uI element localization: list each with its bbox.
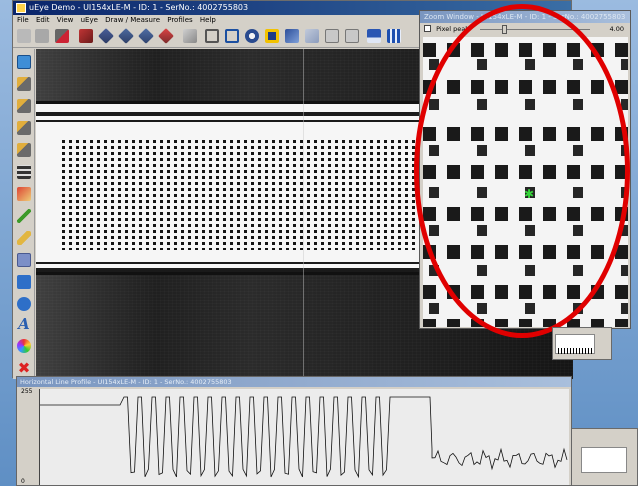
left-toolbar: A ✖	[13, 49, 35, 379]
image-icon[interactable]	[345, 29, 359, 43]
ellipse-icon[interactable]	[17, 297, 31, 311]
zoom-image[interactable]: ✱	[423, 37, 628, 327]
profile-window-title: Horizontal Line Profile - UI154xLE-M - I…	[20, 378, 232, 386]
zoom-dot-row	[423, 43, 628, 57]
ruler-icon[interactable]	[17, 121, 31, 135]
zoom-dot-row	[423, 145, 628, 156]
zoom-dot-row	[423, 225, 628, 236]
menu-draw-measure[interactable]: Draw / Measure	[105, 16, 160, 24]
ruler-icon[interactable]	[17, 77, 31, 91]
y-min-label: 0	[21, 478, 25, 485]
sensor-icon[interactable]	[79, 29, 93, 43]
zoom-dot-row	[423, 80, 628, 94]
text-icon[interactable]: A	[17, 317, 31, 332]
stop-icon[interactable]	[265, 29, 279, 43]
desktop: uEye Demo - UI154xLE-M - ID: 1 - SerNo.:…	[0, 0, 638, 486]
marker-icon[interactable]	[17, 231, 31, 245]
profile-plot-svg	[40, 396, 568, 479]
profile-line	[303, 49, 304, 379]
menu-profiles[interactable]: Profiles	[167, 16, 192, 24]
background-window-signal	[558, 348, 594, 354]
image-icon[interactable]	[285, 29, 299, 43]
zoom-dot-row	[423, 265, 628, 276]
zoom-slider-track[interactable]	[480, 29, 590, 30]
zoom-window: Zoom Window - UI154xLE-M - ID: 1 - SerNo…	[419, 10, 631, 329]
crosshair-icon: ✱	[524, 187, 535, 201]
main-toolbar	[13, 26, 423, 48]
ruler-icon[interactable]	[17, 99, 31, 113]
zoom-dot-row	[423, 59, 628, 70]
zoom-title-bar[interactable]: Zoom Window - UI154xLE-M - ID: 1 - SerNo…	[420, 11, 630, 23]
color-icon[interactable]	[17, 187, 31, 201]
sensor-icon[interactable]	[138, 28, 154, 44]
background-window-preview	[555, 334, 595, 354]
zoom-dot-row	[423, 245, 628, 259]
main-window-title: uEye Demo - UI154xLE-M - ID: 1 - SerNo.:…	[29, 3, 249, 12]
grid-icon[interactable]	[17, 165, 31, 179]
profile-signal-line	[40, 396, 568, 479]
image-icon[interactable]	[305, 29, 319, 43]
menu-help[interactable]: Help	[200, 16, 216, 24]
zoom-dot-row	[423, 165, 628, 179]
select-icon[interactable]	[225, 29, 239, 43]
line-profile-window: Horizontal Line Profile - UI154xLE-M - I…	[16, 376, 572, 486]
record-icon[interactable]	[245, 29, 259, 43]
ruler-icon[interactable]	[17, 143, 31, 157]
color-mode-icon[interactable]	[55, 29, 69, 43]
sensor-icon[interactable]	[98, 28, 114, 44]
zoom-dot-row	[423, 127, 628, 141]
zoom-dot-row	[423, 303, 628, 314]
zoom-dot-row	[423, 319, 628, 327]
sensor-icon[interactable]	[118, 28, 134, 44]
save-icon[interactable]	[35, 29, 49, 43]
save-disk-icon[interactable]	[367, 29, 381, 43]
rectangle-icon[interactable]	[205, 29, 219, 43]
delete-icon[interactable]: ✖	[17, 361, 31, 376]
profile-title-bar[interactable]: Horizontal Line Profile - UI154xLE-M - I…	[17, 377, 571, 387]
zoom-dot-row	[423, 99, 628, 110]
rectangle-icon[interactable]	[17, 275, 31, 289]
menu-edit[interactable]: Edit	[36, 16, 50, 24]
zoom-window-title: Zoom Window - UI154xLE-M - ID: 1 - SerNo…	[424, 13, 626, 21]
y-max-label: 255	[21, 388, 33, 395]
image-icon[interactable]	[325, 29, 339, 43]
background-window[interactable]	[566, 428, 638, 486]
zoom-controls: Pixel peak 4.00	[420, 23, 630, 35]
zoom-dot-row	[423, 207, 628, 221]
pixel-peak-checkbox[interactable]	[424, 25, 431, 32]
fill-icon[interactable]	[17, 253, 31, 267]
zoom-dot-row	[423, 285, 628, 299]
measure-icon[interactable]	[183, 29, 197, 43]
menu-ueye[interactable]: uEye	[81, 16, 98, 24]
profile-plot	[39, 389, 569, 485]
fit-icon[interactable]	[17, 55, 31, 69]
zoom-value: 4.00	[609, 25, 624, 33]
palette-icon[interactable]	[17, 339, 31, 353]
app-icon	[16, 3, 26, 13]
pencil-icon[interactable]	[17, 209, 31, 223]
pixel-peak-label: Pixel peak	[436, 25, 470, 33]
background-window[interactable]	[552, 327, 612, 360]
open-icon[interactable]	[17, 29, 31, 43]
background-window-preview	[581, 447, 627, 473]
zoom-slider-thumb[interactable]	[502, 25, 507, 34]
menu-file[interactable]: File	[17, 16, 29, 24]
menu-view[interactable]: View	[57, 16, 74, 24]
grid-icon[interactable]	[387, 29, 401, 43]
sensor-icon[interactable]	[158, 28, 174, 44]
